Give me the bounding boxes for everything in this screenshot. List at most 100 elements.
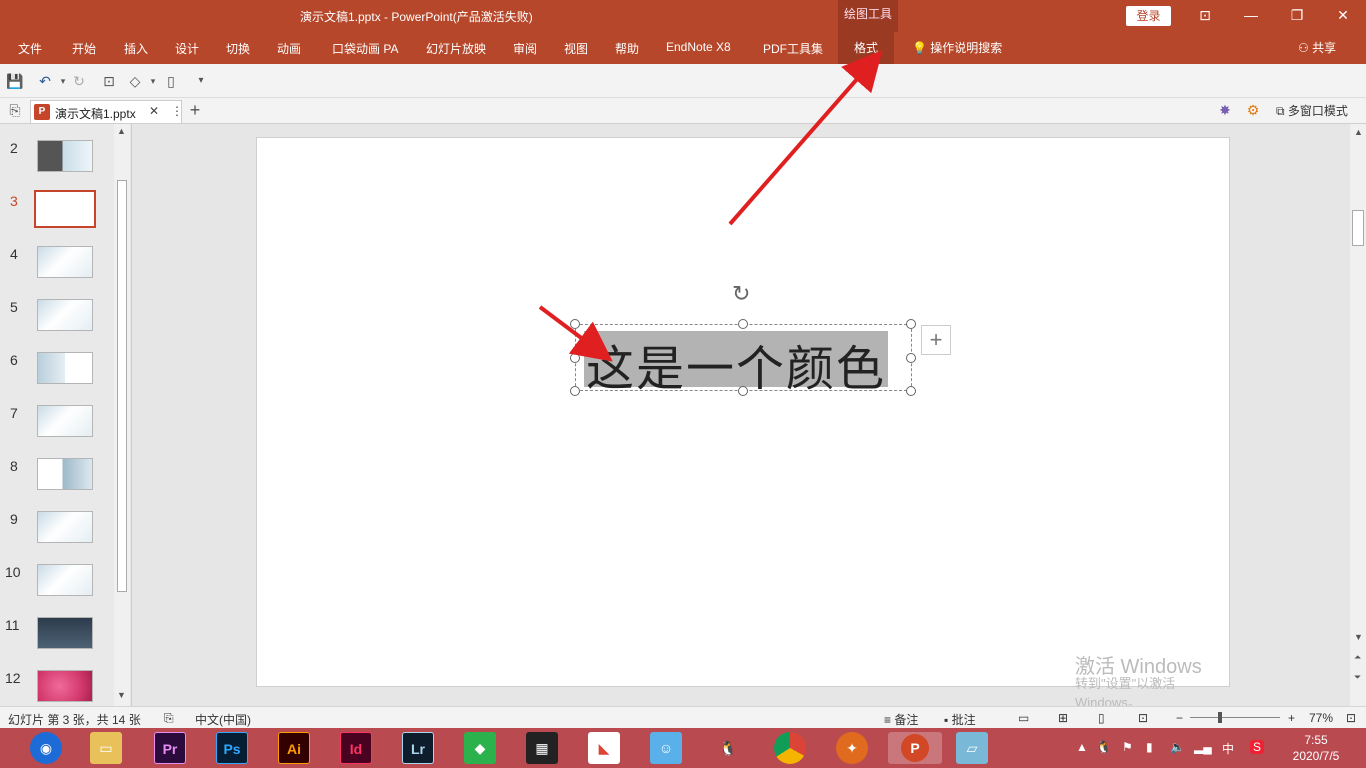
indesign-icon[interactable]: Id <box>340 732 372 764</box>
browser-app-icon[interactable]: ◉ <box>30 732 62 764</box>
tell-me-search[interactable]: 💡 操作说明搜索 <box>912 39 1002 56</box>
thumbnail-slide-12[interactable]: 12 <box>0 670 114 710</box>
file-explorer-icon[interactable]: ▭ <box>90 732 122 764</box>
scroll-down-icon[interactable]: ▼ <box>1354 632 1363 642</box>
tray-battery-icon[interactable]: ▮ <box>1146 740 1153 754</box>
thumbnail-slide-9[interactable]: 9 <box>0 511 114 551</box>
tab-transitions[interactable]: 切换 <box>226 40 250 57</box>
resize-handle[interactable] <box>738 386 748 396</box>
thumbnail-slide-5[interactable]: 5 <box>0 299 114 339</box>
tab-review[interactable]: 审阅 <box>513 40 537 57</box>
slide-textbox-text[interactable]: 这是一个颜色 <box>586 329 886 399</box>
thumbnail-slide-11[interactable]: 11 <box>0 617 114 657</box>
document-tab[interactable]: P 演示文稿1.pptx ✕ ⋮ <box>30 100 183 123</box>
tab-view[interactable]: 视图 <box>564 40 588 57</box>
thumbnails-scroll-thumb[interactable] <box>117 180 127 592</box>
slide-canvas[interactable]: ↻ 这是一个颜色 + 激活 Windows 转到"设置"以激活 Windows。 <box>256 137 1230 710</box>
shapes-icon[interactable]: ◇ <box>126 72 144 90</box>
zoom-level[interactable]: 77% <box>1309 711 1333 725</box>
resize-handle[interactable] <box>906 386 916 396</box>
red-app-icon[interactable]: ◣ <box>588 732 620 764</box>
tab-format[interactable]: 格式 <box>838 32 895 64</box>
selected-textbox[interactable]: 这是一个颜色 <box>570 319 916 397</box>
thumbnail-slide-3[interactable]: 3 <box>0 190 114 233</box>
slide-scroll-thumb[interactable] <box>1352 210 1364 246</box>
volume-icon[interactable]: 🔈 <box>1170 740 1185 754</box>
close-tab-icon[interactable]: ✕ <box>149 104 159 118</box>
slide-sorter-icon[interactable]: ⊞ <box>1058 711 1068 725</box>
resize-handle[interactable] <box>906 353 916 363</box>
blue-app-icon[interactable]: ☺ <box>650 732 682 764</box>
minimize-icon[interactable]: — <box>1228 0 1274 32</box>
restore-icon[interactable]: ❐ <box>1274 0 1320 32</box>
tab-design[interactable]: 设计 <box>175 40 199 57</box>
thumbnail-slide-6[interactable]: 6 <box>0 352 114 392</box>
video-editor-icon[interactable]: ▦ <box>526 732 558 764</box>
tab-file[interactable]: 文件 <box>18 40 42 57</box>
from-beginning-icon[interactable]: ⊡ <box>100 72 118 90</box>
tab-help[interactable]: 帮助 <box>615 40 639 57</box>
customize-qat-icon[interactable]: ▾ <box>192 72 210 90</box>
save-icon[interactable]: 💾 <box>6 72 24 90</box>
shapes-dropdown-icon[interactable]: ▾ <box>144 72 162 90</box>
close-icon[interactable]: ✕ <box>1320 0 1366 32</box>
thumbnail-slide-10[interactable]: 10 <box>0 564 114 604</box>
tray-expand-icon[interactable]: ▲ <box>1076 740 1088 754</box>
normal-view-icon[interactable]: ▭ <box>1018 711 1029 725</box>
resize-handle[interactable] <box>570 319 580 329</box>
tab-menu-icon[interactable]: ⋮ <box>171 104 183 118</box>
reading-view-icon[interactable]: ▯ <box>1098 711 1105 725</box>
tab-endnote[interactable]: EndNote X8 <box>666 40 731 54</box>
multi-window-mode[interactable]: ⧉ 多窗口模式 <box>1276 102 1348 119</box>
slide-scrollbar[interactable]: ▲ ▼ ⏶ ⏷ <box>1350 124 1366 706</box>
zoom-in-icon[interactable]: + <box>1288 711 1295 725</box>
undo-icon[interactable]: ↶ <box>36 72 54 90</box>
magic-icon[interactable]: ✸ <box>1216 101 1234 119</box>
sogou-input-icon[interactable]: S <box>1250 740 1265 754</box>
next-slide-icon[interactable]: ⏷ <box>1354 672 1361 683</box>
notepad-app-icon[interactable]: ▱ <box>956 732 988 764</box>
slideshow-view-icon[interactable]: ⊡ <box>1138 711 1148 725</box>
scroll-up-icon[interactable]: ▲ <box>1354 127 1363 137</box>
powerpoint-taskbar-icon[interactable]: P <box>888 732 942 764</box>
network-icon[interactable]: ▂▄ <box>1194 740 1212 754</box>
share-button[interactable]: ⚇ 共享 <box>1298 39 1336 56</box>
lightroom-icon[interactable]: Lr <box>402 732 434 764</box>
new-tab-icon[interactable]: + <box>186 101 204 119</box>
scroll-up-icon[interactable]: ▲ <box>117 126 126 136</box>
system-clock[interactable]: 7:55 2020/7/5 <box>1286 732 1346 764</box>
scroll-down-icon[interactable]: ▼ <box>117 690 126 700</box>
spell-check-icon[interactable]: ⎘ <box>164 711 174 726</box>
zoom-slider-thumb[interactable] <box>1218 712 1222 723</box>
comments-button[interactable]: ▪ 批注 <box>944 711 976 728</box>
tab-animations[interactable]: 动画 <box>277 40 301 57</box>
thumbnail-slide-2[interactable]: 2 <box>0 140 114 180</box>
photoshop-icon[interactable]: Ps <box>216 732 248 764</box>
rotate-handle-icon[interactable]: ↻ <box>732 281 750 307</box>
settings-gear-icon[interactable]: ⚙ <box>1244 101 1262 119</box>
resize-handle[interactable] <box>570 386 580 396</box>
layout-options-icon[interactable]: + <box>921 325 951 355</box>
thumbnail-slide-4[interactable]: 4 <box>0 246 114 286</box>
document-list-icon[interactable]: ⎘ <box>6 101 24 119</box>
thumbnails-scrollbar[interactable]: ▲ ▼ <box>114 124 130 706</box>
fit-slide-icon[interactable]: ⊡ <box>1346 711 1356 725</box>
tab-home[interactable]: 开始 <box>72 40 96 57</box>
resize-handle[interactable] <box>738 319 748 329</box>
redo-icon[interactable]: ↻ <box>70 72 88 90</box>
qq-icon[interactable]: 🐧 <box>712 732 744 764</box>
thumbnail-slide-8[interactable]: 8 <box>0 458 114 498</box>
previous-slide-icon[interactable]: ⏶ <box>1354 652 1361 663</box>
tab-pocket-animation[interactable]: 口袋动画 PA <box>332 40 398 57</box>
tray-qq-icon[interactable]: 🐧 <box>1096 740 1111 754</box>
tab-pdf-tools[interactable]: PDF工具集 <box>763 40 823 57</box>
new-file-icon[interactable]: ▯ <box>162 72 180 90</box>
orange-app-icon[interactable]: ✦ <box>836 732 868 764</box>
green-app-icon[interactable]: ◆ <box>464 732 496 764</box>
thumbnail-slide-7[interactable]: 7 <box>0 405 114 445</box>
ribbon-display-options-icon[interactable]: ⊡ <box>1182 0 1228 32</box>
login-button[interactable]: 登录 <box>1126 6 1171 26</box>
tab-insert[interactable]: 插入 <box>124 40 148 57</box>
resize-handle[interactable] <box>906 319 916 329</box>
zoom-out-icon[interactable]: − <box>1176 711 1183 725</box>
